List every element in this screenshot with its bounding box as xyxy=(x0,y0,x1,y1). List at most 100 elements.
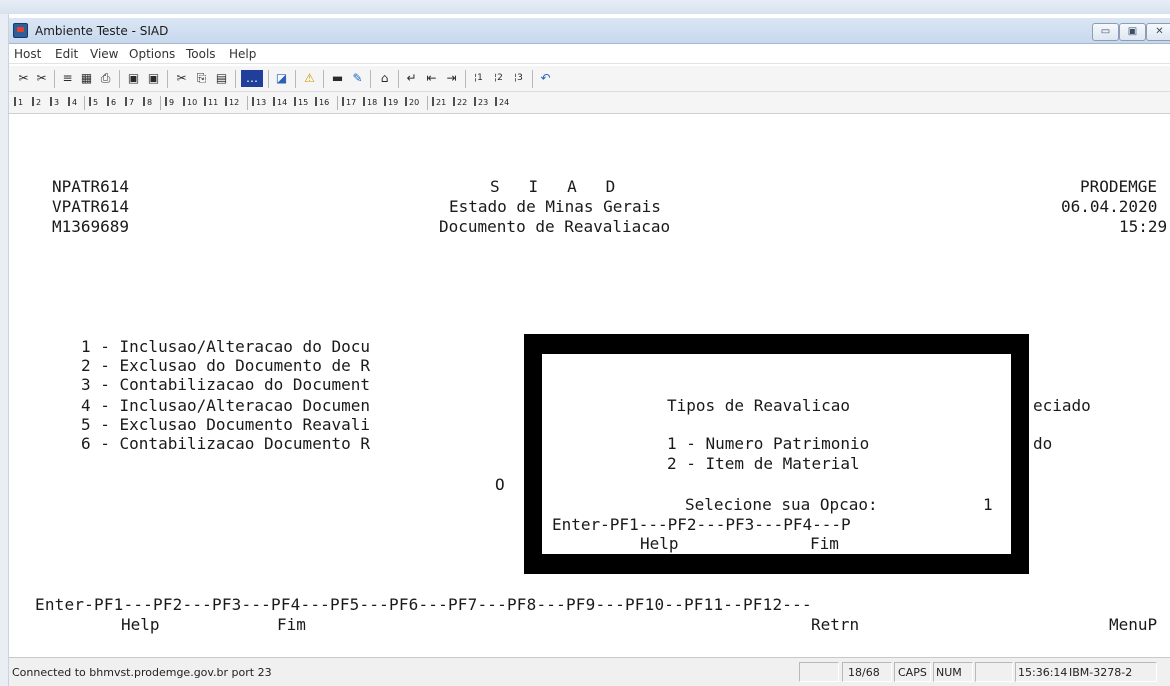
pa1-icon[interactable]: ¦1 xyxy=(470,70,487,87)
menu-edit[interactable]: Edit xyxy=(55,47,78,61)
close-button[interactable]: ✕ xyxy=(1146,23,1170,41)
pf4-key[interactable]: 4 xyxy=(68,97,77,107)
maximize-button[interactable]: ▣ xyxy=(1119,23,1146,41)
pf22-key[interactable]: 22 xyxy=(453,97,467,107)
disconnect-icon[interactable]: ✂ xyxy=(33,70,50,87)
pf3-key[interactable]: 3 xyxy=(50,97,59,107)
screen-icon[interactable]: ▬ xyxy=(329,70,346,87)
minimize-button[interactable]: ▭ xyxy=(1092,23,1119,41)
pf17-key[interactable]: 17 xyxy=(342,97,356,107)
pf12-key[interactable]: 12 xyxy=(225,97,239,107)
pf2-key[interactable]: 2 xyxy=(32,97,41,107)
paste-icon[interactable]: ▤ xyxy=(213,70,230,87)
pf13-key[interactable]: 13 xyxy=(252,97,266,107)
pf12-menup-label[interactable]: MenuP xyxy=(1109,616,1157,634)
screen-title: Documento de Reavaliacao xyxy=(439,217,671,236)
graph-icon[interactable]: ◪ xyxy=(273,70,290,87)
pf21-key[interactable]: 21 xyxy=(432,97,446,107)
menu-bar: Host Edit View Options Tools Help xyxy=(9,44,1170,64)
pf9-key[interactable]: 9 xyxy=(165,97,174,107)
pf10-key[interactable]: 10 xyxy=(183,97,197,107)
pf-separator xyxy=(247,96,248,110)
alert-icon[interactable]: ⚠ xyxy=(301,70,318,87)
pf24-key[interactable]: 24 xyxy=(495,97,509,107)
pen-icon[interactable]: ✎ xyxy=(349,70,366,87)
toolbar-separator xyxy=(370,70,371,88)
pa3-icon[interactable]: ¦3 xyxy=(510,70,527,87)
cursor-position: 18/68 xyxy=(848,666,880,679)
print-icon[interactable]: ⎙ xyxy=(97,70,114,87)
backtab-icon[interactable]: ⇤ xyxy=(423,70,440,87)
terminal-screen[interactable]: NPATR614 VPATR614 M1369689 S I A D Estad… xyxy=(9,114,1170,655)
pf5-key[interactable]: 5 xyxy=(89,97,98,107)
toolbar-separator xyxy=(54,70,55,88)
print-screen-icon[interactable]: ▣ xyxy=(145,70,162,87)
toolbar-separator xyxy=(398,70,399,88)
menu-help[interactable]: Help xyxy=(229,47,256,61)
toolbar-separator xyxy=(295,70,296,88)
connect-icon[interactable]: ✂ xyxy=(15,70,32,87)
home-icon[interactable]: ⌂ xyxy=(376,70,393,87)
toolbar-separator xyxy=(532,70,533,88)
popup-option-input[interactable]: 1 xyxy=(983,496,993,514)
page-setup-icon[interactable]: ▣ xyxy=(125,70,142,87)
menu-tools[interactable]: Tools xyxy=(186,47,216,61)
menu-host[interactable]: Host xyxy=(14,47,41,61)
toolbar-separator xyxy=(323,70,324,88)
pf8-key[interactable]: 8 xyxy=(143,97,152,107)
cut-icon[interactable]: ✂ xyxy=(173,70,190,87)
emulator-window: Ambiente Teste - SIAD ▭ ▣ ✕ Host Edit Vi… xyxy=(0,0,1170,686)
app-icon[interactable] xyxy=(13,23,28,38)
menu-option-6: 6 - Contabilizacao Documento R xyxy=(81,434,370,453)
program-id: NPATR614 xyxy=(52,177,130,196)
current-date: 06.04.2020 xyxy=(1061,197,1158,216)
toolbar-separator xyxy=(235,70,236,88)
menu-option-5: 5 - Exclusao Documento Reavali xyxy=(81,415,370,434)
window-title: Ambiente Teste - SIAD xyxy=(35,24,169,38)
pf7-key[interactable]: 7 xyxy=(125,97,134,107)
popup-option-2: 2 - Item de Material xyxy=(667,454,860,473)
popup-help-label[interactable]: Help xyxy=(640,535,679,553)
terminal-type: IBM-3278-2 xyxy=(1069,666,1133,679)
pf15-key[interactable]: 15 xyxy=(294,97,308,107)
pf-separator xyxy=(427,96,428,110)
pf3-fim-label[interactable]: Fim xyxy=(277,616,306,634)
pf1-help-label[interactable]: Help xyxy=(121,616,160,634)
menu-view[interactable]: View xyxy=(90,47,118,61)
undo-icon[interactable]: ↶ xyxy=(537,70,554,87)
popup-title: Tipos de Reavalicao xyxy=(667,396,851,415)
toolbar-separator xyxy=(268,70,269,88)
pf18-key[interactable]: 18 xyxy=(363,97,377,107)
title-bar[interactable]: Ambiente Teste - SIAD ▭ ▣ ✕ xyxy=(9,18,1170,44)
pf14-key[interactable]: 14 xyxy=(273,97,287,107)
menu-option-4: 4 - Inclusao/Alteracao Documen xyxy=(81,396,370,415)
pf-separator xyxy=(84,96,85,110)
send-file-icon[interactable]: ≡ xyxy=(59,70,76,87)
tab-icon[interactable]: ⇥ xyxy=(443,70,460,87)
num-indicator: NUM xyxy=(936,666,962,679)
popup-pf-legend: Enter-PF1---PF2---PF3---PF4---P xyxy=(552,515,851,534)
popup-prompt-label: Selecione sua Opcao: xyxy=(685,495,878,514)
pf23-key[interactable]: 23 xyxy=(474,97,488,107)
enter-icon[interactable]: ↵ xyxy=(403,70,420,87)
desktop-background xyxy=(0,0,1170,14)
pf6-key[interactable]: 6 xyxy=(107,97,116,107)
menu-option-3: 3 - Contabilizacao do Document xyxy=(81,375,370,394)
receive-file-icon[interactable]: ▦ xyxy=(78,70,95,87)
pf19-key[interactable]: 19 xyxy=(384,97,398,107)
pf-separator xyxy=(160,96,161,110)
pf11-key[interactable]: 11 xyxy=(204,97,218,107)
pf1-key[interactable]: 1 xyxy=(14,97,23,107)
pf-key-legend: Enter-PF1---PF2---PF3---PF4---PF5---PF6-… xyxy=(35,595,812,614)
pf9-retrn-label[interactable]: Retrn xyxy=(811,616,859,634)
copy-icon[interactable]: ⎘ xyxy=(193,70,210,87)
pf20-key[interactable]: 20 xyxy=(405,97,419,107)
current-time: 15:29 xyxy=(1119,217,1168,236)
menu-options[interactable]: Options xyxy=(129,47,175,61)
pf16-key[interactable]: 16 xyxy=(315,97,329,107)
pa2-icon[interactable]: ¦2 xyxy=(490,70,507,87)
macro-icon[interactable]: … xyxy=(241,70,263,87)
connection-status: Connected to bhmvst.prodemge.gov.br port… xyxy=(12,666,272,679)
pf-separator xyxy=(337,96,338,110)
popup-fim-label[interactable]: Fim xyxy=(810,535,839,553)
